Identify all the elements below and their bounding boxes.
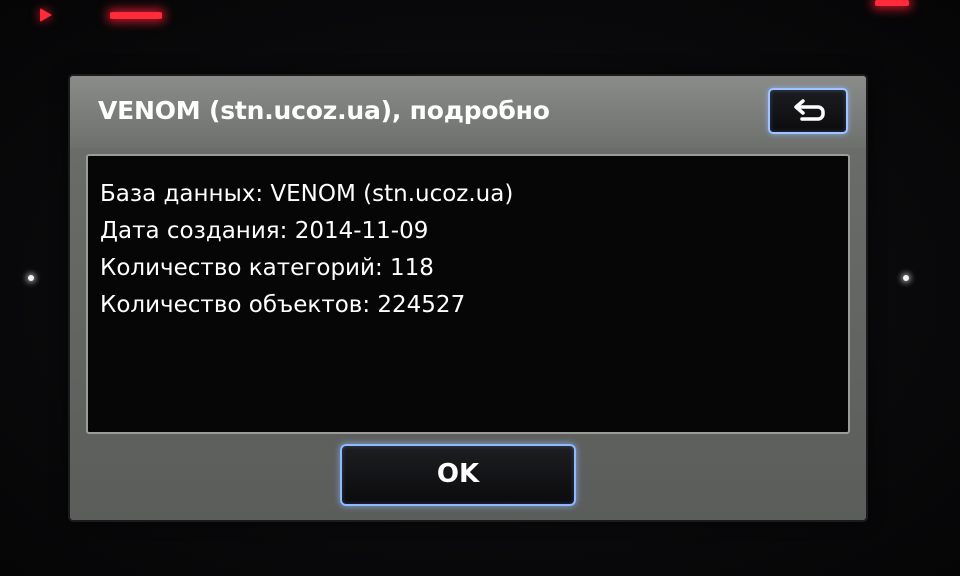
detail-category-count: Количество категорий: 118 xyxy=(100,255,434,281)
ok-button[interactable]: OK xyxy=(340,444,576,506)
details-panel: База данных: VENOM (stn.ucoz.ua) Дата со… xyxy=(86,154,850,434)
navigation-screen: VENOM (stn.ucoz.ua), подробно База данны… xyxy=(70,76,866,520)
bezel-indicator-light xyxy=(40,8,52,22)
head-unit-bezel: VENOM (stn.ucoz.ua), подробно База данны… xyxy=(0,0,960,576)
dialog-title-bar: VENOM (stn.ucoz.ua), подробно xyxy=(70,76,866,148)
return-arrow-icon xyxy=(794,99,825,121)
bezel-side-light xyxy=(903,275,909,281)
detail-creation-date: Дата создания: 2014-11-09 xyxy=(100,218,429,244)
bezel-indicator-light xyxy=(875,0,909,6)
bezel-indicator-light xyxy=(110,12,162,19)
dialog-title: VENOM (stn.ucoz.ua), подробно xyxy=(98,96,550,125)
back-button[interactable] xyxy=(768,88,848,134)
detail-database: База данных: VENOM (stn.ucoz.ua) xyxy=(100,181,514,207)
bezel-side-light xyxy=(28,275,34,281)
detail-object-count: Количество объектов: 224527 xyxy=(100,292,466,318)
